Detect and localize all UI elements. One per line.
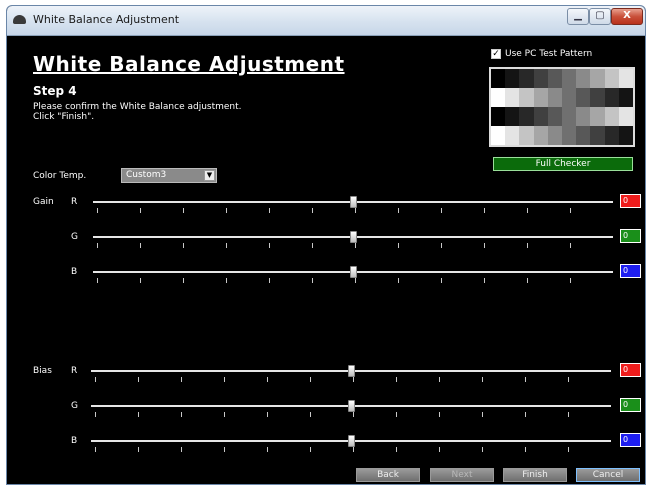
full-checker-button[interactable]: Full Checker <box>493 157 633 171</box>
gain-b-value-box[interactable]: 0 <box>620 264 641 278</box>
test-pattern-cell <box>604 126 619 145</box>
gain-b-slider-ticks <box>97 278 613 283</box>
test-pattern-cell <box>491 88 506 107</box>
test-pattern-cell <box>491 126 506 145</box>
test-pattern-cell <box>519 88 534 107</box>
test-pattern-cell <box>590 69 605 88</box>
test-pattern-cell <box>505 107 520 126</box>
gain-label: Gain <box>33 197 54 207</box>
test-pattern-cell <box>561 126 577 145</box>
bias-g-value-box[interactable]: 0 <box>620 398 641 412</box>
test-pattern-cell <box>547 88 562 107</box>
use-pc-test-pattern-label: Use PC Test Pattern <box>505 49 593 59</box>
bias-label: Bias <box>33 366 52 376</box>
test-pattern-cell <box>561 88 577 107</box>
test-pattern-cell <box>590 107 605 126</box>
bias-r-channel-label: R <box>71 366 78 376</box>
color-temp-value: Custom3 <box>126 170 167 180</box>
test-pattern-cell <box>491 69 506 88</box>
test-pattern-cell <box>576 69 591 88</box>
gain-g-slider-ticks <box>97 243 613 248</box>
test-pattern-preview <box>489 67 635 147</box>
white-balance-window: White Balance Adjustment ▁ ▢ X White Bal… <box>6 5 646 485</box>
test-pattern-cell <box>590 88 605 107</box>
cancel-button[interactable]: Cancel <box>576 468 640 482</box>
bias-r-slider-ticks <box>95 377 611 382</box>
back-button[interactable]: Back <box>356 468 420 482</box>
test-pattern-cell <box>533 126 548 145</box>
test-pattern-cell <box>604 107 619 126</box>
test-pattern-cell <box>505 69 520 88</box>
gain-r-slider-ticks <box>97 208 613 213</box>
test-pattern-cell <box>618 107 633 126</box>
use-pc-test-pattern-checkbox[interactable]: ✓ <box>491 49 501 59</box>
test-pattern-cell <box>561 107 577 126</box>
test-pattern-cell <box>618 126 633 145</box>
instructions-text: Please confirm the White Balance adjustm… <box>33 102 242 122</box>
test-pattern-cell <box>547 126 562 145</box>
maximize-button[interactable]: ▢ <box>589 8 611 25</box>
test-pattern-cell <box>519 107 534 126</box>
monitor-app-icon <box>13 15 26 24</box>
bias-b-value-box[interactable]: 0 <box>620 433 641 447</box>
bias-g-slider-thumb[interactable] <box>348 400 355 412</box>
test-pattern-cell <box>604 69 619 88</box>
chevron-down-icon[interactable]: ▼ <box>204 170 215 181</box>
close-button[interactable]: X <box>611 8 643 25</box>
gain-b-channel-label: B <box>71 267 78 277</box>
gain-g-value-box[interactable]: 0 <box>620 229 641 243</box>
next-button[interactable]: Next <box>430 468 494 482</box>
test-pattern-cell <box>505 88 520 107</box>
finish-button[interactable]: Finish <box>503 468 567 482</box>
test-pattern-cell <box>505 126 520 145</box>
test-pattern-cell <box>519 69 534 88</box>
test-pattern-cell <box>618 69 633 88</box>
test-pattern-cell <box>576 107 591 126</box>
bias-r-value-box[interactable]: 0 <box>620 363 641 377</box>
gain-g-channel-label: G <box>71 232 78 242</box>
test-pattern-cell <box>533 69 548 88</box>
page-title: White Balance Adjustment <box>33 52 345 76</box>
gain-r-slider-thumb[interactable] <box>350 196 357 208</box>
minimize-button[interactable]: ▁ <box>567 8 589 25</box>
color-temp-select[interactable]: Custom3 ▼ <box>121 168 217 183</box>
gain-r-channel-label: R <box>71 197 78 207</box>
content-area: White Balance Adjustment Step 4 Please c… <box>13 36 645 484</box>
test-pattern-cell <box>618 88 633 107</box>
title-bar[interactable]: White Balance Adjustment ▁ ▢ X <box>7 6 645 36</box>
bias-g-slider-ticks <box>95 412 611 417</box>
test-pattern-cell <box>590 126 605 145</box>
test-pattern-cell <box>533 107 548 126</box>
test-pattern-cell <box>576 126 591 145</box>
test-pattern-cell <box>533 88 548 107</box>
test-pattern-cell <box>561 69 577 88</box>
test-pattern-cell <box>547 69 562 88</box>
gain-g-slider-thumb[interactable] <box>350 231 357 243</box>
window-title: White Balance Adjustment <box>33 13 180 26</box>
test-pattern-cell <box>604 88 619 107</box>
bias-g-channel-label: G <box>71 401 78 411</box>
test-pattern-cell <box>491 107 506 126</box>
bias-b-channel-label: B <box>71 436 78 446</box>
color-temp-label: Color Temp. <box>33 171 87 181</box>
test-pattern-cell <box>519 126 534 145</box>
bias-b-slider-thumb[interactable] <box>348 435 355 447</box>
step-label: Step 4 <box>33 84 77 98</box>
gain-r-value-box[interactable]: 0 <box>620 194 641 208</box>
gain-b-slider-thumb[interactable] <box>350 266 357 278</box>
test-pattern-cell <box>576 88 591 107</box>
bias-b-slider-ticks <box>95 447 611 452</box>
test-pattern-cell <box>547 107 562 126</box>
bias-r-slider-thumb[interactable] <box>348 365 355 377</box>
